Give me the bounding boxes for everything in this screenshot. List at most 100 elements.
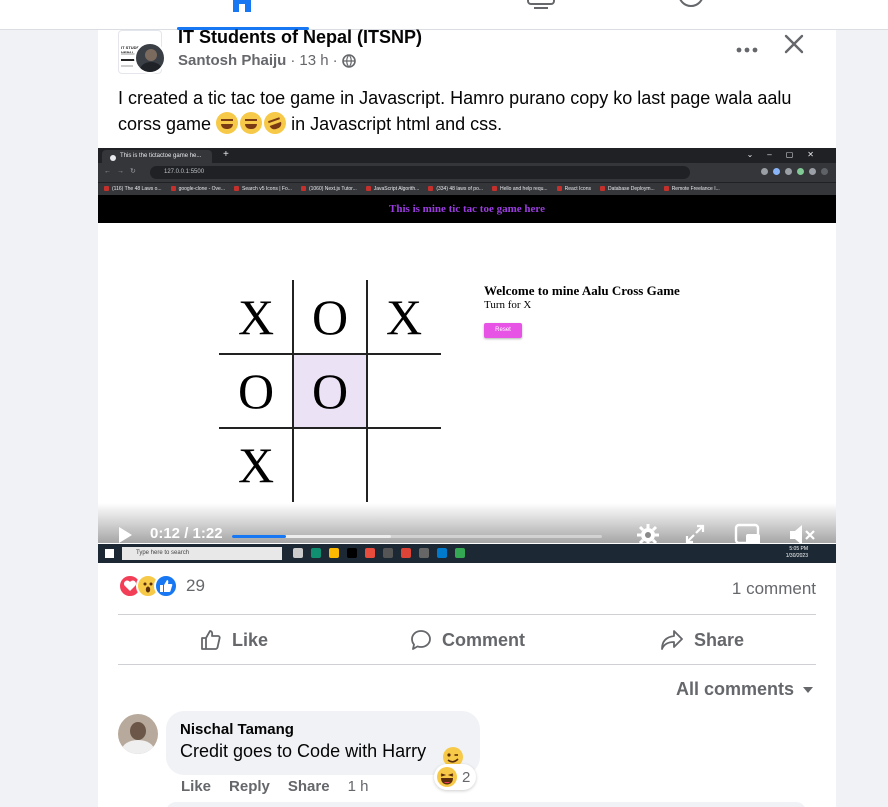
like-reaction-icon	[154, 574, 178, 598]
board-grid-line	[366, 280, 368, 502]
post-card: IT STUDENTS OF NEPAL IT Students of Nepa…	[98, 27, 836, 807]
taskbar-app-icon	[437, 548, 447, 558]
taskbar-app-icon	[419, 548, 429, 558]
taskbar-clock: 5:05 PM 1/30/2023	[786, 546, 808, 560]
video-time: 0:12 / 1:22	[150, 525, 223, 542]
groups-icon	[679, 0, 703, 7]
share-button-label: Share	[694, 629, 745, 650]
video-tab[interactable]	[526, 0, 556, 30]
turn-indicator: Turn for X	[484, 299, 532, 311]
author-avatar[interactable]	[134, 42, 166, 74]
taskbar-app-icon	[383, 548, 393, 558]
play-icon	[119, 527, 132, 543]
home-icon	[233, 0, 251, 12]
taskbar-clock-time: 5:05 PM	[789, 546, 808, 552]
video-player[interactable]: This is the tictactoe game he... + ⌄–▢✕ …	[98, 148, 836, 563]
tab-favicon-icon	[110, 155, 116, 161]
address-url: 127.0.0.1:5500	[164, 169, 205, 175]
comment-like-button[interactable]: Like	[181, 778, 211, 795]
taskbar-search: Type here to search	[122, 547, 282, 560]
extension-icon	[809, 168, 816, 175]
post-text-end: in Javascript html and css.	[291, 114, 503, 134]
taskbar-app-icon	[455, 548, 465, 558]
more-options-button[interactable]	[736, 36, 758, 59]
hide-post-button[interactable]	[782, 32, 806, 56]
bookmark-item: Search v5 Icons | Fo...	[234, 186, 292, 195]
post-timestamp[interactable]: 13 h	[299, 52, 328, 69]
group-name-link[interactable]: IT Students of Nepal (ITSNP)	[178, 27, 422, 48]
comment-reactions[interactable]: 2	[434, 764, 477, 790]
comment-reaction-count: 2	[462, 768, 471, 786]
commenter-name-link[interactable]: Nischal Tamang	[180, 721, 466, 738]
group-avatar-line	[121, 65, 133, 67]
video-controls: 0:12 / 1:22	[98, 518, 836, 546]
taskbar-apps	[293, 548, 465, 558]
taskbar-app-icon	[329, 548, 339, 558]
comment-bubble: Nischal Tamang Credit goes to Code with …	[166, 711, 480, 775]
profile-icon	[821, 168, 828, 175]
home-tab[interactable]	[230, 0, 254, 30]
comment-bubble-icon	[411, 630, 431, 650]
comment-button-label: Comment	[442, 629, 526, 650]
comment-reply-button[interactable]: Reply	[229, 778, 270, 795]
taskbar-app-icon	[293, 548, 303, 558]
extension-icons	[761, 168, 828, 175]
board-cell: X	[237, 437, 275, 493]
comments-filter-label: All comments	[675, 679, 794, 699]
window-controls-icon: ⌄–▢✕	[746, 150, 828, 159]
browser-address-bar: ←→↻ 127.0.0.1:5500	[98, 163, 836, 182]
author-name-link[interactable]: Santosh Phaiju	[178, 52, 286, 69]
comment-share-button[interactable]: Share	[288, 778, 330, 795]
taskbar-app-icon	[401, 548, 411, 558]
board-cell: O	[237, 363, 275, 419]
comment-actions: Like Reply Share 1 h	[181, 778, 368, 795]
bookmark-item: (334) 48 laws of po...	[428, 186, 483, 195]
meta-separator: ·	[290, 52, 296, 69]
video-progress-fill	[232, 535, 287, 538]
board-cell: O	[311, 289, 349, 345]
browser-nav-icons: ←→↻	[104, 168, 142, 175]
taskbar-search-placeholder: Type here to search	[136, 550, 190, 556]
groups-tab[interactable]	[676, 0, 706, 30]
share-button[interactable]: Share	[660, 626, 744, 654]
comment-button[interactable]: Comment	[410, 626, 525, 654]
close-icon	[784, 34, 804, 54]
bookmark-item: Hello and help requ...	[492, 186, 548, 195]
board-grid-line	[219, 353, 441, 355]
windows-taskbar: Type here to search 5:05 PM 1/30/2023	[98, 544, 836, 563]
game-title: Welcome to mine Aalu Cross Game	[484, 283, 680, 298]
comment-timestamp[interactable]: 1 h	[348, 778, 369, 795]
reaction-count: 29	[186, 576, 205, 595]
board-cell: O	[293, 354, 367, 428]
like-thumb-icon	[201, 630, 221, 650]
bookmark-item: google-clone - Ove...	[171, 186, 225, 195]
rofl-emoji	[260, 108, 290, 138]
taskbar-app-icon	[365, 548, 375, 558]
reset-button: Reset	[484, 323, 522, 338]
bookmark-item: Remote Freelance I...	[664, 186, 720, 195]
board-cell	[367, 428, 441, 502]
new-tab-icon: +	[223, 149, 229, 160]
board-cell	[367, 354, 441, 428]
board-cell: X	[385, 289, 423, 345]
taskbar-app-icon	[347, 548, 357, 558]
extension-icon	[785, 168, 792, 175]
caret-down-icon	[803, 686, 813, 693]
bookmark-item: (1060) Next.js Tutor...	[301, 186, 357, 195]
game-page-header: This is mine tic tac toe game here	[98, 195, 836, 223]
extension-icon	[773, 168, 780, 175]
commenter-avatar[interactable]	[118, 714, 158, 754]
expand-icon	[685, 524, 705, 544]
comment-count-link[interactable]: 1 comment	[732, 579, 816, 599]
like-button[interactable]: Like	[200, 626, 268, 654]
laughing-emoji	[216, 112, 239, 134]
browser-tab-title: This is the tictactoe game he...	[120, 153, 202, 159]
more-icon	[736, 47, 758, 53]
reactions-summary[interactable]: 29	[118, 574, 205, 598]
comment-composer[interactable]	[166, 802, 806, 807]
extension-icon	[761, 168, 768, 175]
divider	[118, 614, 816, 615]
video-progress-bar[interactable]	[232, 535, 602, 538]
post-text: I created a tic tac toe game in Javascri…	[118, 85, 818, 138]
comments-filter-dropdown[interactable]: All comments	[676, 679, 814, 700]
